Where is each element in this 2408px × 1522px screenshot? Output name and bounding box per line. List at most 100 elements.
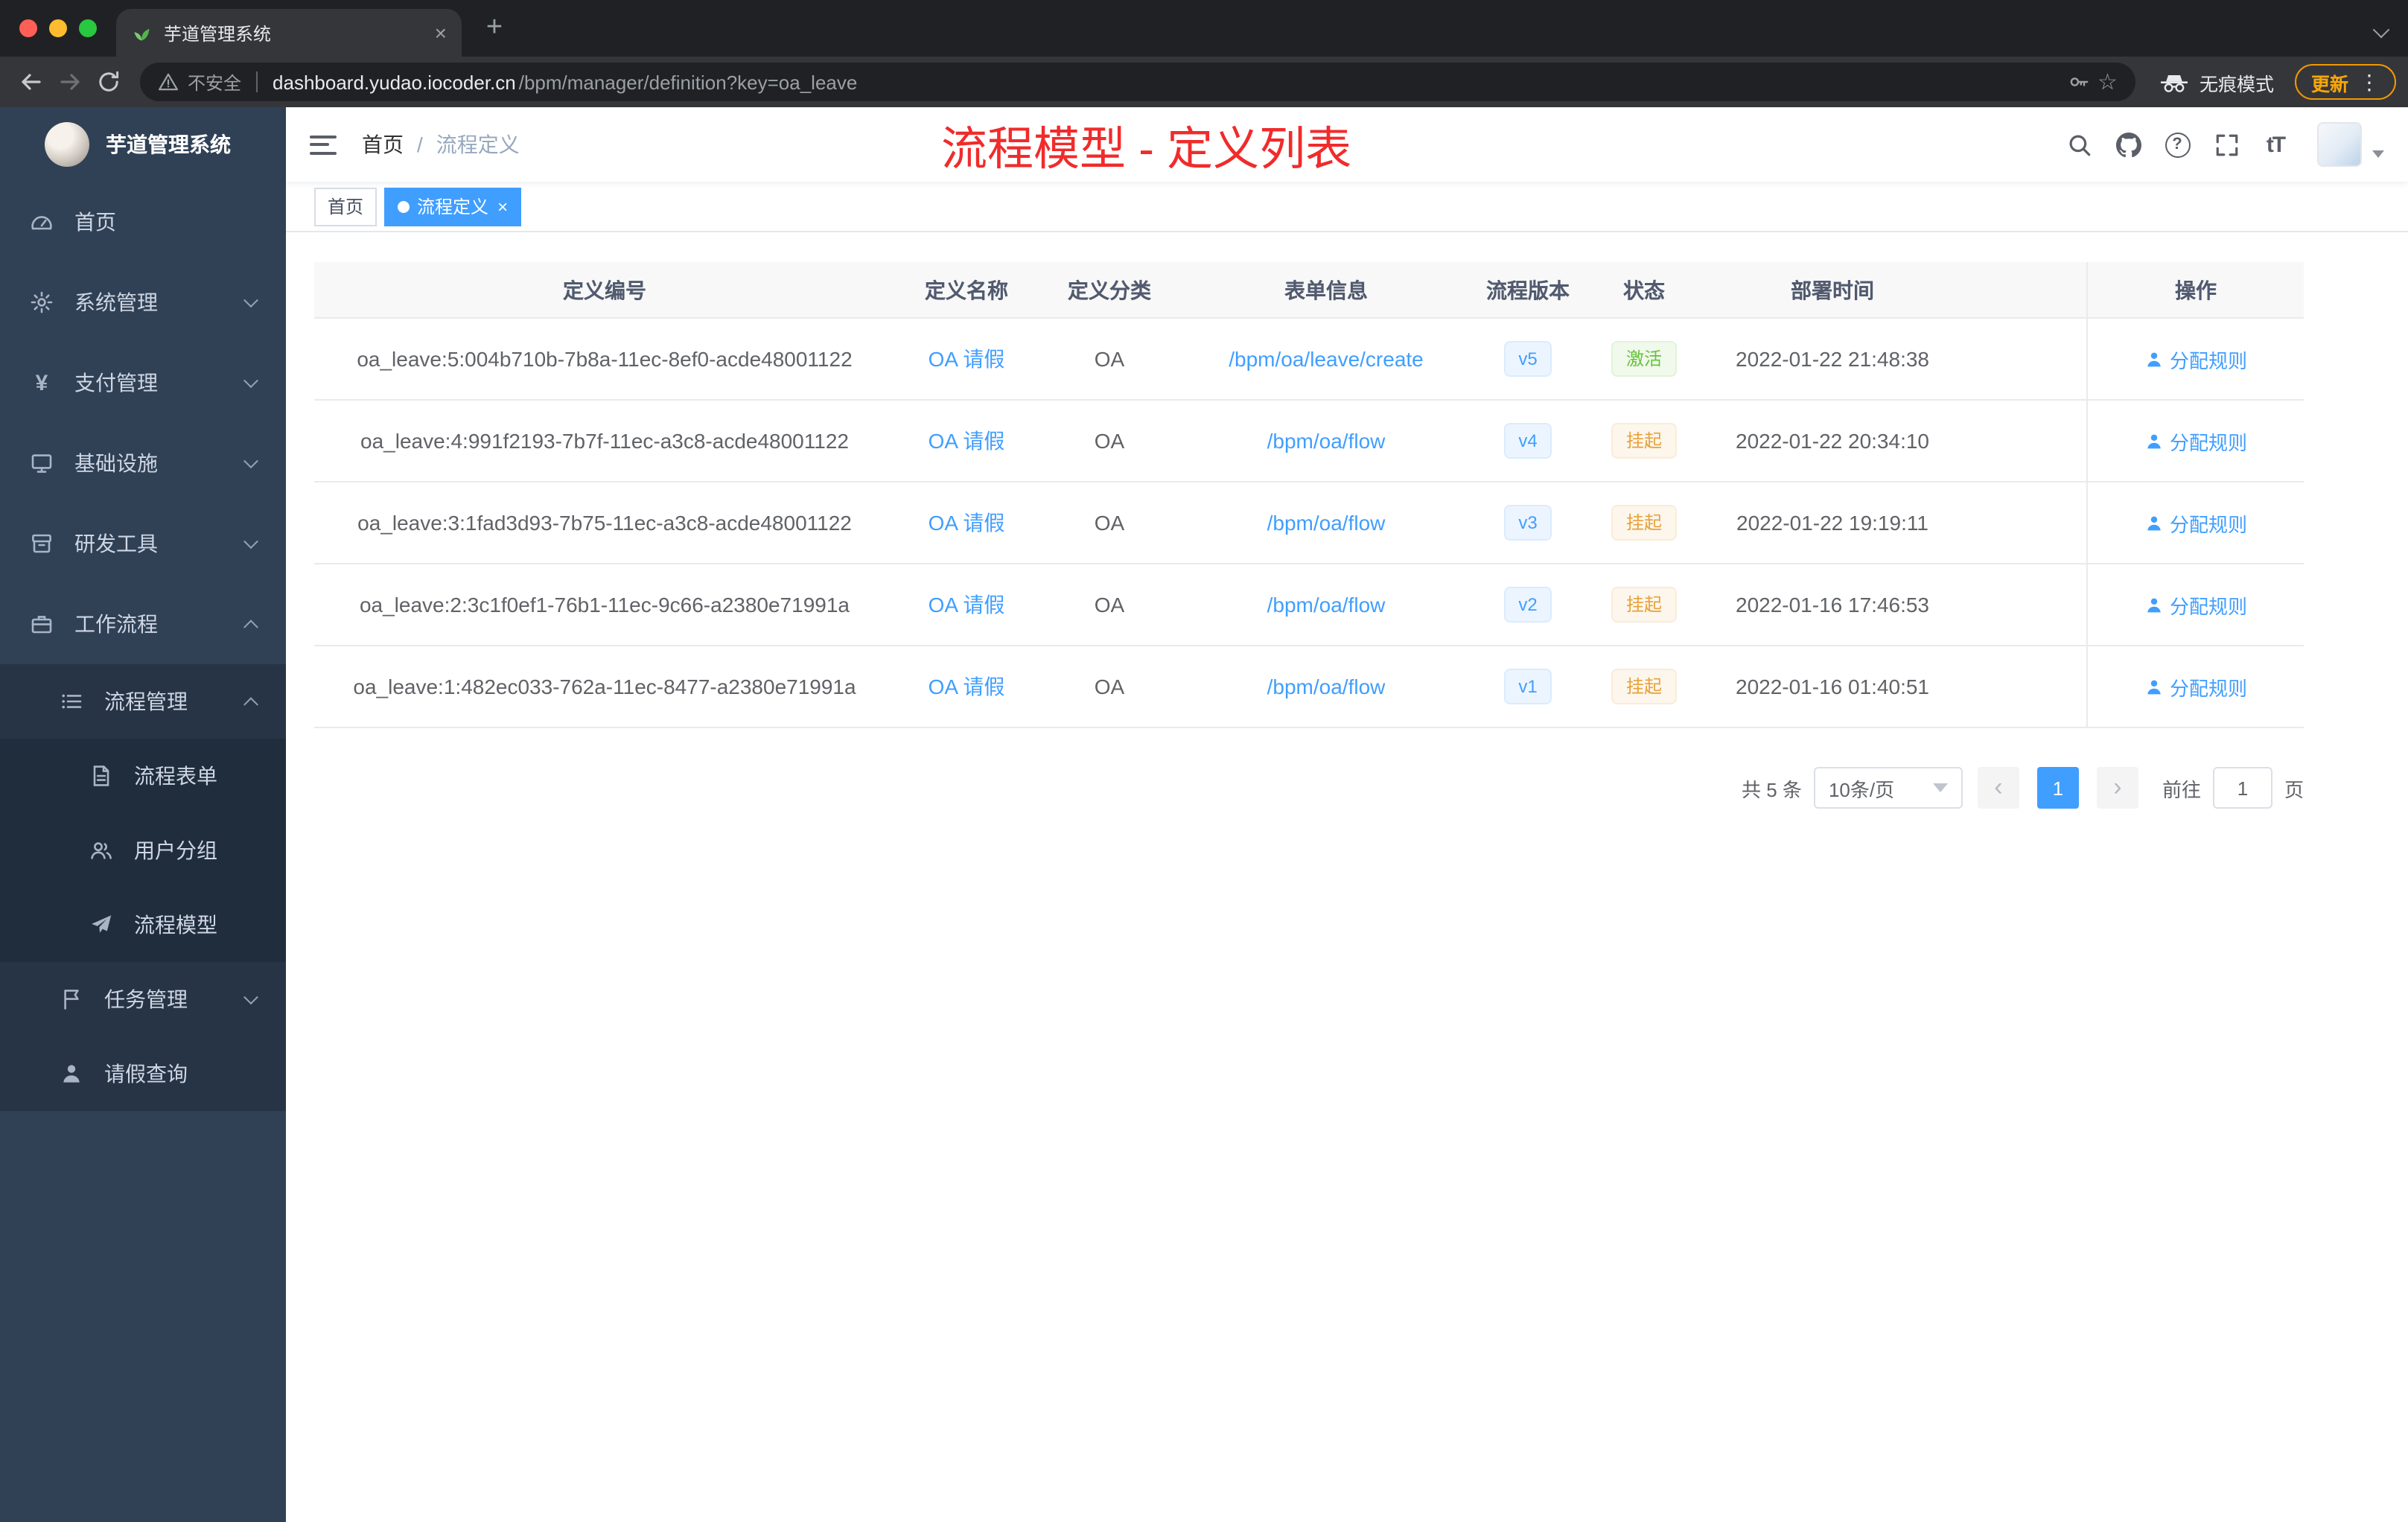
- status-badge: 挂起: [1611, 505, 1677, 541]
- cell-filler: [1961, 646, 2086, 727]
- cell-deploy-time: 2022-01-22 20:34:10: [1736, 429, 1929, 453]
- pagination-total: 共 5 条: [1742, 778, 1802, 800]
- sidebar-item-label: 研发工具: [74, 532, 158, 555]
- page-size-select[interactable]: 10条/页: [1813, 767, 1963, 809]
- col-form-info: 表单信息: [1284, 278, 1368, 302]
- flag-icon: [60, 987, 83, 1011]
- hamburger-icon[interactable]: [310, 135, 337, 154]
- cell-version: v3: [1471, 483, 1584, 563]
- sidebar-item-process-form[interactable]: 流程表单: [0, 739, 286, 813]
- sidebar-item-system[interactable]: 系统管理: [0, 262, 286, 343]
- definition-name-link[interactable]: OA 请假: [929, 672, 1005, 701]
- cell-definition-name: OA 请假: [895, 646, 1038, 727]
- cell-category: OA: [1094, 593, 1125, 617]
- avatar-caret-down-icon[interactable]: [2372, 150, 2384, 157]
- prev-page-button[interactable]: ‹: [1977, 767, 2019, 809]
- cell-version: v4: [1471, 401, 1584, 481]
- breadcrumb-separator: /: [417, 133, 423, 156]
- sidebar-item-devtools[interactable]: 研发工具: [0, 503, 286, 584]
- cell-form-info: /bpm/oa/flow: [1181, 646, 1471, 727]
- cell-actions: 分配规则: [2086, 564, 2304, 645]
- definition-name-link[interactable]: OA 请假: [929, 508, 1005, 538]
- cell-definition-name: OA 请假: [895, 564, 1038, 645]
- sidebar-item-process-management[interactable]: 流程管理: [0, 664, 286, 739]
- user-group-icon: [89, 838, 113, 862]
- sidebar-item-label: 流程模型: [134, 913, 217, 937]
- sidebar-item-infrastructure[interactable]: 基础设施: [0, 423, 286, 503]
- assign-rule-button[interactable]: 分配规则: [2144, 345, 2247, 373]
- cell-filler: [1961, 483, 2086, 563]
- sidebar-item-process-model[interactable]: 流程模型: [0, 888, 286, 962]
- assign-rule-button[interactable]: 分配规则: [2144, 509, 2247, 537]
- status-badge: 激活: [1611, 341, 1677, 377]
- definition-name-link[interactable]: OA 请假: [929, 426, 1005, 456]
- cell-definition-name: OA 请假: [895, 319, 1038, 399]
- cell-deploy-time: 2022-01-22 21:48:38: [1736, 347, 1929, 371]
- window-zoom-button[interactable]: [79, 19, 97, 37]
- cell-filler: [1961, 319, 2086, 399]
- fullscreen-icon[interactable]: [2207, 125, 2246, 164]
- form-link[interactable]: /bpm/oa/flow: [1267, 511, 1386, 535]
- form-link[interactable]: /bpm/oa/flow: [1267, 429, 1386, 453]
- assign-rule-button[interactable]: 分配规则: [2144, 590, 2247, 619]
- form-link[interactable]: /bpm/oa/leave/create: [1229, 347, 1424, 371]
- cell-form-info: /bpm/oa/flow: [1181, 483, 1471, 563]
- sidebar-item-user-group[interactable]: 用户分组: [0, 813, 286, 888]
- tag-label: 首页: [328, 197, 364, 217]
- url-host: dashboard.yudao.iocoder.cn: [273, 71, 516, 93]
- cell-status: 激活: [1584, 319, 1704, 399]
- new-tab-button[interactable]: +: [477, 10, 512, 46]
- window-close-button[interactable]: [19, 19, 37, 37]
- tag-home[interactable]: 首页: [314, 187, 378, 226]
- tag-close-icon[interactable]: ×: [497, 197, 508, 215]
- form-link[interactable]: /bpm/oa/flow: [1267, 675, 1386, 698]
- assign-rule-button[interactable]: 分配规则: [2144, 672, 2247, 701]
- user-avatar[interactable]: [2317, 122, 2362, 167]
- tag-process-definition[interactable]: 流程定义 ×: [384, 187, 522, 226]
- form-link[interactable]: /bpm/oa/flow: [1267, 593, 1386, 617]
- sidebar-item-workflow[interactable]: 工作流程: [0, 584, 286, 664]
- window-minimize-button[interactable]: [49, 19, 67, 37]
- col-status: 状态: [1623, 278, 1665, 302]
- assign-rule-label: 分配规则: [2169, 677, 2247, 699]
- status-badge: 挂起: [1611, 669, 1677, 704]
- refresh-button[interactable]: [89, 63, 128, 101]
- sidebar-item-task-management[interactable]: 任务管理: [0, 962, 286, 1037]
- cell-actions: 分配规则: [2086, 483, 2304, 563]
- github-icon[interactable]: [2109, 125, 2147, 164]
- definition-name-link[interactable]: OA 请假: [929, 590, 1005, 620]
- next-page-button[interactable]: ›: [2096, 767, 2138, 809]
- back-button[interactable]: [12, 63, 51, 101]
- sidebar-item-leave-query[interactable]: 请假查询: [0, 1037, 286, 1111]
- tab-search-chevron-icon[interactable]: [2372, 21, 2390, 39]
- address-bar[interactable]: 不安全 dashboard.yudao.iocoder.cn /bpm/mana…: [140, 63, 2135, 101]
- cell-category: OA: [1094, 675, 1125, 698]
- assign-rule-label: 分配规则: [2169, 431, 2247, 453]
- search-icon[interactable]: [2060, 125, 2098, 164]
- browser-tab[interactable]: 芋道管理系统 ×: [116, 9, 462, 57]
- document-icon: [89, 764, 113, 788]
- tab-close-icon[interactable]: ×: [435, 22, 447, 43]
- kebab-menu-icon[interactable]: ⋮: [2359, 71, 2380, 92]
- forward-button[interactable]: [51, 63, 89, 101]
- window-controls: [0, 19, 97, 37]
- sidebar: 芋道管理系统 首页 系统管理 ¥ 支付管理 基础设施 研发工具 工作流程 流程管…: [0, 107, 286, 1522]
- assign-rule-button[interactable]: 分配规则: [2144, 427, 2247, 455]
- assignee-person-icon: [2147, 515, 2161, 530]
- definition-name-link[interactable]: OA 请假: [929, 344, 1005, 374]
- status-badge: 挂起: [1611, 587, 1677, 623]
- font-size-icon[interactable]: tT: [2256, 125, 2295, 164]
- breadcrumb-home[interactable]: 首页: [362, 130, 404, 159]
- page-number-button[interactable]: 1: [2036, 767, 2079, 809]
- version-badge: v3: [1503, 505, 1552, 541]
- screenshot-root: 芋道管理系统 × + 不安全 dashboard.yudao.iocoder.c…: [0, 0, 2408, 1522]
- sidebar-item-payment[interactable]: ¥ 支付管理: [0, 343, 286, 423]
- help-icon[interactable]: ?: [2158, 125, 2197, 164]
- goto-page-input[interactable]: [2212, 767, 2272, 809]
- chevron-down-icon: [243, 373, 258, 389]
- saved-password-key-icon[interactable]: [2068, 71, 2089, 92]
- chevron-down-icon: [243, 534, 258, 550]
- browser-update-menu[interactable]: 更新 ⋮: [2294, 64, 2396, 100]
- sidebar-item-home[interactable]: 首页: [0, 182, 286, 262]
- bookmark-star-icon[interactable]: ☆: [2098, 69, 2118, 95]
